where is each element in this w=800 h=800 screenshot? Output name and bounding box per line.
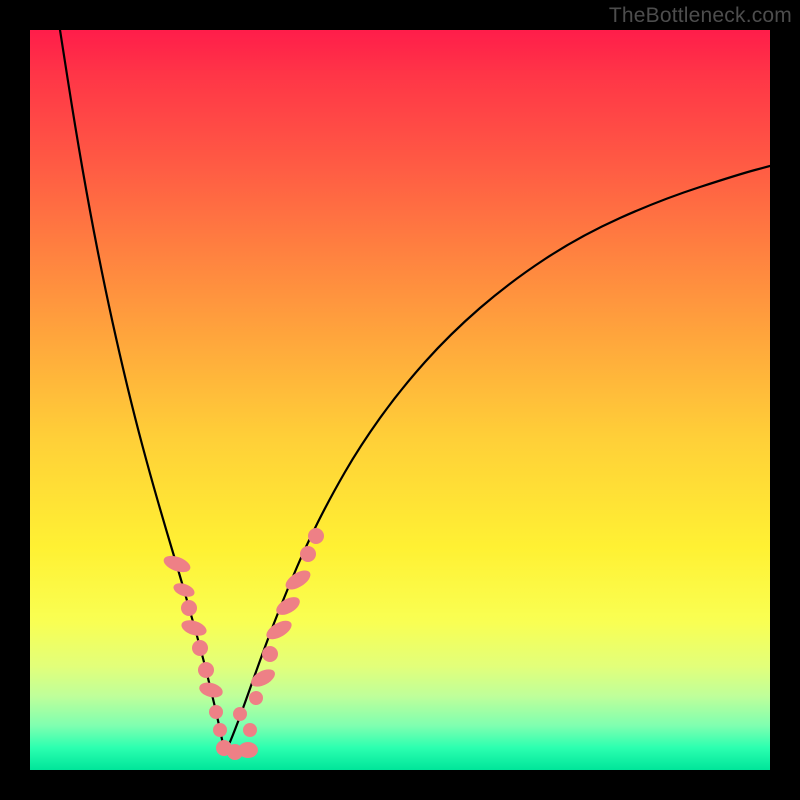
data-marker [181, 600, 197, 616]
watermark-text: TheBottleneck.com [609, 4, 792, 28]
data-marker [248, 666, 278, 691]
data-marker [198, 680, 225, 700]
data-marker [172, 581, 197, 600]
data-marker [161, 553, 192, 576]
data-marker [179, 617, 208, 638]
data-marker [198, 662, 214, 678]
outer-frame: TheBottleneck.com [0, 0, 800, 800]
data-marker [209, 705, 223, 719]
data-marker [300, 546, 316, 562]
data-marker [308, 528, 324, 544]
data-marker [262, 646, 278, 662]
data-marker [213, 723, 227, 737]
curve-layer [60, 30, 770, 754]
plot-area [30, 30, 770, 770]
data-marker [238, 742, 258, 758]
data-marker [233, 707, 247, 721]
data-marker [192, 640, 208, 656]
data-marker [249, 691, 263, 705]
curve-right-branch [225, 166, 770, 754]
chart-svg [30, 30, 770, 770]
data-marker [243, 723, 257, 737]
